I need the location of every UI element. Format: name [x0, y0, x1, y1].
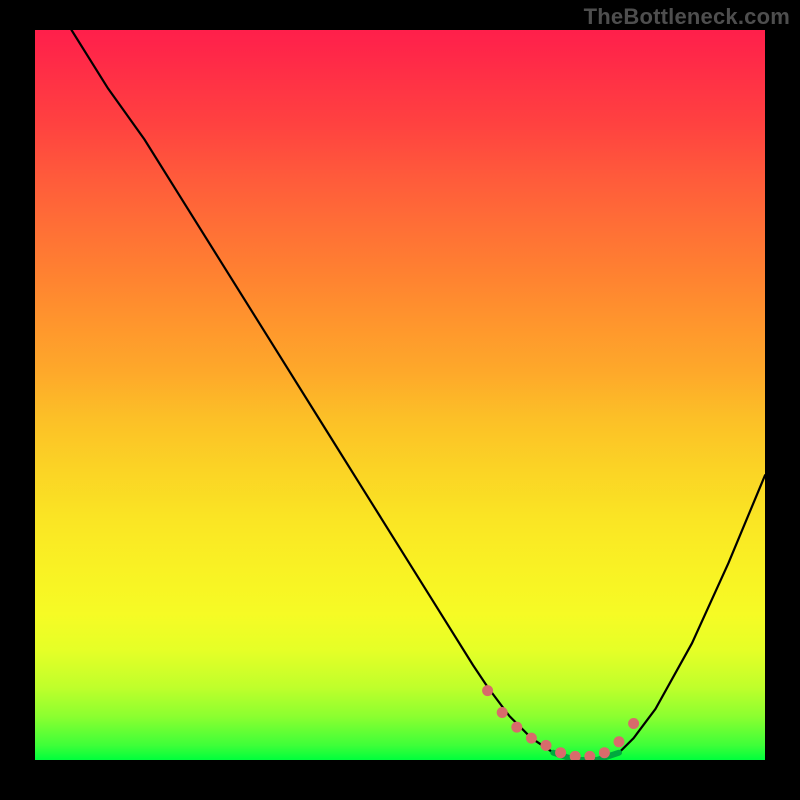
plot-area — [35, 30, 765, 760]
chart-frame: TheBottleneck.com — [0, 0, 800, 800]
data-point — [526, 733, 537, 744]
data-point — [482, 685, 493, 696]
watermark-text: TheBottleneck.com — [584, 4, 790, 30]
data-point — [599, 747, 610, 758]
data-point — [614, 736, 625, 747]
data-point — [628, 718, 639, 729]
chart-svg — [35, 30, 765, 760]
data-point — [497, 707, 508, 718]
data-point — [511, 722, 522, 733]
data-point — [541, 740, 552, 751]
bottleneck-curve — [72, 30, 766, 760]
data-point — [584, 751, 595, 760]
data-point — [555, 747, 566, 758]
bottleneck-data-points — [482, 685, 639, 760]
data-point — [570, 751, 581, 760]
